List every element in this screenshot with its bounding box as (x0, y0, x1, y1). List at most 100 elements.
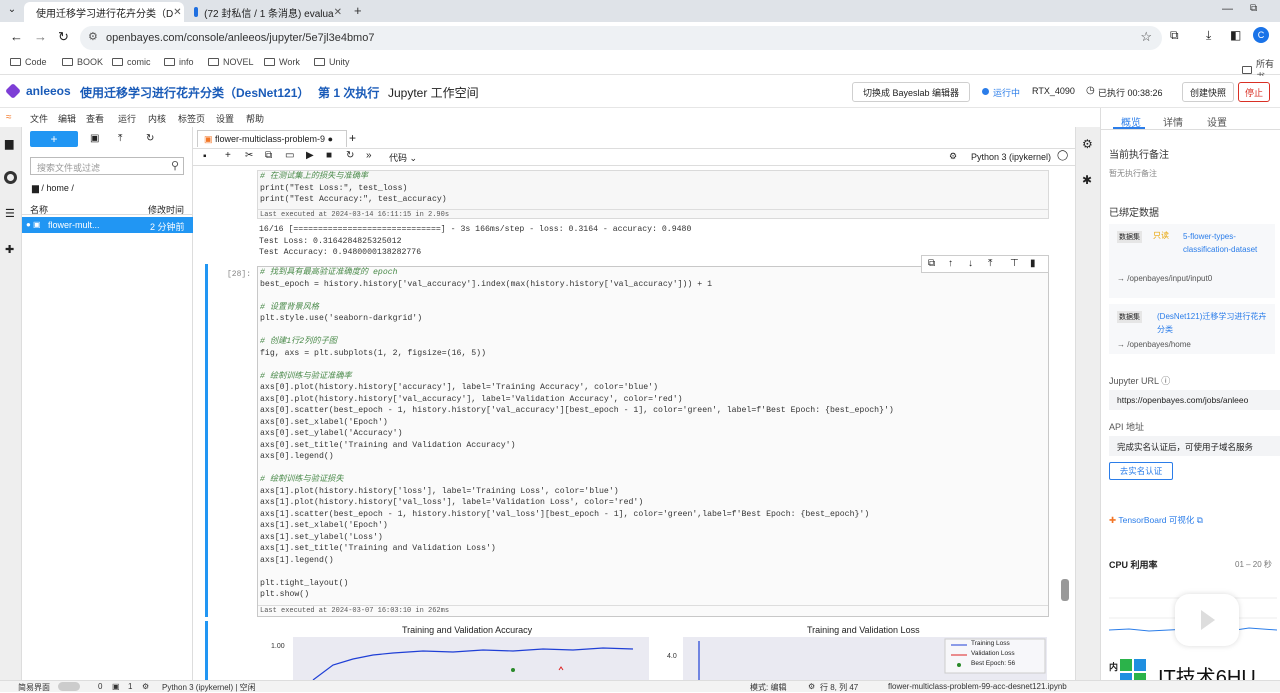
bookmark-item[interactable]: info (164, 57, 194, 67)
new-folder-icon[interactable]: ▣ (90, 133, 99, 144)
code-editor[interactable]: # 在测试集上的损失与准确率 print("Test Loss:", test_l… (260, 171, 447, 206)
bookmark-item[interactable]: Work (264, 57, 300, 67)
jupyter-url-field[interactable]: https://openbayes.com/jobs/anleeo (1109, 390, 1280, 410)
cut-icon[interactable]: ✂ (245, 150, 253, 161)
new-tab-icon[interactable]: + (354, 3, 362, 18)
dataset-name[interactable]: (DesNet121)迁移学习进行花卉分类 (1157, 310, 1273, 336)
new-launcher-button[interactable]: + (30, 131, 78, 147)
delete-icon[interactable]: ▮ (1030, 258, 1036, 269)
stop-button[interactable]: 停止 (1238, 82, 1270, 102)
move-up-icon[interactable]: ↑ (948, 258, 953, 269)
folder-icon[interactable]: ▆ (5, 137, 13, 150)
refresh-icon[interactable]: ↻ (146, 133, 154, 144)
save-icon[interactable]: ▪ (203, 151, 207, 162)
terminal-count[interactable]: 0 (98, 682, 102, 691)
bookmark-item[interactable]: comic (112, 57, 151, 67)
running-icon[interactable] (4, 171, 17, 184)
col-modified[interactable]: 修改时间 (148, 203, 184, 216)
menu-file[interactable]: 文件 (30, 112, 48, 125)
new-notebook-tab-icon[interactable]: + (349, 131, 356, 145)
tensorboard-link[interactable]: ✚ TensorBoard 可视化 ⧉ (1109, 514, 1203, 526)
menu-kernel[interactable]: 内核 (148, 112, 166, 125)
breadcrumb[interactable]: ▆ / home / (32, 183, 74, 194)
file-search-input[interactable]: 搜索文件或过滤 ⚲ (30, 157, 184, 175)
bookmark-star-icon[interactable]: ☆ (1140, 29, 1152, 45)
menu-help[interactable]: 帮助 (246, 112, 264, 125)
extensions-icon[interactable]: ⧉ (1170, 28, 1179, 43)
extension-puzzle-icon[interactable]: ✚ (5, 243, 14, 256)
debugger-icon[interactable]: ✱ (1082, 173, 1092, 187)
move-down-icon[interactable]: ↓ (968, 258, 973, 269)
close-icon[interactable]: ✕ (334, 7, 342, 18)
minimize-icon[interactable]: — (1222, 3, 1233, 15)
left-activity-bar: ▆ ☰ ✚ (0, 127, 22, 680)
tab-details[interactable]: 详情 (1163, 114, 1183, 129)
bookmark-item[interactable]: BOOK (62, 57, 103, 67)
restore-icon[interactable]: ⧉ (1250, 3, 1257, 14)
gear-icon[interactable]: ⚙ (949, 151, 957, 162)
duplicate-icon[interactable]: ⧉ (928, 258, 935, 269)
scrollbar-thumb[interactable] (1061, 579, 1069, 601)
menu-edit[interactable]: 编辑 (58, 112, 76, 125)
dataset-card[interactable]: 数据集 只读 5-flower-types-classification-dat… (1109, 224, 1275, 298)
menu-run[interactable]: 运行 (118, 112, 136, 125)
back-icon[interactable]: ← (10, 29, 23, 44)
menu-settings[interactable]: 设置 (216, 112, 234, 125)
tab-settings[interactable]: 设置 (1207, 114, 1227, 129)
switch-editor-button[interactable]: 切换成 Bayeslab 编辑器 (852, 82, 970, 102)
legend-label: Best Epoch: 56 (971, 660, 1016, 667)
reload-icon[interactable]: ↻ (58, 29, 69, 45)
code-line: axs[1].set_xlabel('Epoch') (260, 521, 388, 530)
bookmark-item[interactable]: Unity (314, 57, 350, 67)
menu-tabs[interactable]: 标签页 (178, 112, 205, 125)
insert-above-icon[interactable]: ⤒ (988, 258, 992, 269)
profile-avatar[interactable]: C (1253, 27, 1269, 43)
run-icon[interactable]: ▶ (306, 150, 314, 161)
bound-data-title: 已绑定数据 (1109, 208, 1159, 219)
download-icon[interactable]: ⤓ (1206, 28, 1211, 43)
code-editor[interactable]: # 找到具有最高验证准确度的 epoch best_epoch = history… (260, 267, 894, 601)
browser-tab-active[interactable]: 使用迁移学习进行花卉分类（D ✕ (24, 2, 184, 22)
dataset-card[interactable]: 数据集 (DesNet121)迁移学习进行花卉分类 → /openbayes/h… (1109, 304, 1275, 354)
kernel-status[interactable]: Python 3 (ipykernel) | 空闲 (162, 682, 256, 693)
bookmark-item[interactable]: Code (10, 57, 47, 67)
simple-mode-toggle[interactable] (58, 682, 80, 691)
file-row[interactable]: ● ▣ flower-mult... 2 分钟前 (22, 217, 193, 233)
dataset-name[interactable]: 5-flower-types-classification-dataset (1183, 230, 1271, 256)
insert-below-icon[interactable]: ⊤ (1010, 258, 1019, 269)
cursor-position[interactable]: 行 8, 列 47 (820, 682, 858, 693)
site-info-icon[interactable]: ⚙ (88, 30, 98, 43)
code-line: axs[0].scatter(best_epoch - 1, history.h… (260, 406, 894, 415)
upload-icon[interactable]: ⤒ (118, 133, 122, 144)
cell-type-select[interactable]: 代码 ⌄ (389, 151, 417, 164)
code-cell-active[interactable]: # 找到具有最高验证准确度的 epoch best_epoch = history… (257, 266, 1049, 617)
browser-tab[interactable]: (72 封私信 / 1 条消息) evalua ✕ (188, 2, 348, 22)
bookmark-item[interactable]: NOVEL (208, 57, 254, 67)
create-snapshot-button[interactable]: 创建快照 (1182, 82, 1234, 102)
paste-icon[interactable]: ▭ (285, 150, 294, 161)
kernel-count[interactable]: 1 (128, 682, 132, 691)
note-value[interactable]: 暂无执行备注 (1109, 168, 1157, 179)
stop-icon[interactable]: ■ (326, 150, 332, 161)
tab-list-icon[interactable]: ⌄ (4, 4, 20, 18)
fast-forward-icon[interactable]: » (366, 150, 372, 161)
restart-icon[interactable]: ↻ (346, 150, 354, 161)
code-cell[interactable]: # 在测试集上的损失与准确率 print("Test Loss:", test_l… (257, 170, 1049, 219)
copy-icon[interactable]: ⧉ (265, 150, 272, 161)
app-header: anleeos 使用迁移学习进行花卉分类（DesNet121） 第 1 次执行 … (0, 76, 1280, 108)
user-name[interactable]: anleeos (26, 84, 71, 98)
url-field[interactable]: ⚙ openbayes.com/console/anleeos/jupyter/… (80, 26, 1162, 50)
add-cell-icon[interactable]: + (225, 150, 231, 161)
verify-button[interactable]: 去实名认证 (1109, 462, 1173, 480)
col-name[interactable]: 名称 (30, 203, 48, 216)
settings-icon[interactable]: ⚙ (808, 682, 815, 691)
menu-view[interactable]: 查看 (86, 112, 104, 125)
forward-icon[interactable]: → (34, 29, 47, 44)
sidepanel-icon[interactable]: ◧ (1230, 28, 1241, 42)
property-inspector-icon[interactable]: ⚙ (1082, 137, 1093, 151)
toc-icon[interactable]: ☰ (5, 207, 15, 220)
video-play-overlay[interactable] (1175, 594, 1239, 646)
notebook-tab[interactable]: ▣ flower-multiclass-problem-9 ● (197, 130, 347, 147)
close-icon[interactable]: ✕ (173, 7, 181, 18)
kernel-name[interactable]: Python 3 (ipykernel) (971, 152, 1051, 162)
